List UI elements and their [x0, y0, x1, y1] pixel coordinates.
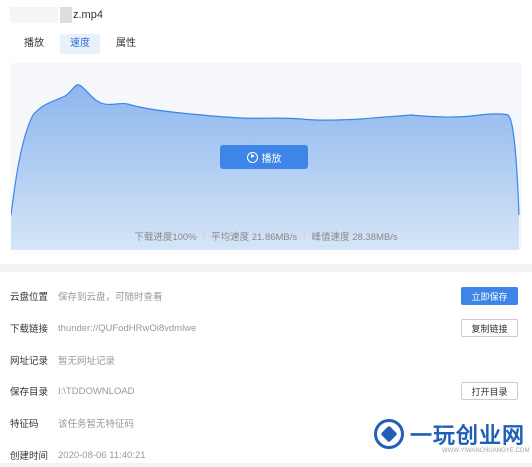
site-watermark: 一玩创业网 WWW.YIWANCHUANGYE.COM: [374, 418, 529, 454]
redacted-filename: [10, 7, 58, 23]
play-button-label: 播放: [261, 153, 282, 165]
hash-value: 该任务暂无特征码: [58, 419, 135, 430]
row-cloud-location: 云盘位置 保存到云盘，可随时查看 立即保存: [0, 284, 532, 308]
row-download-link: 下载链接 thunder://QUFodHRwOi8vdmlwe 复制链接: [0, 316, 532, 340]
tab-play[interactable]: 播放: [14, 34, 54, 54]
watermark-text: 一玩创业网: [410, 423, 526, 449]
file-name: z.mp4: [73, 9, 103, 21]
redacted-filename-part: [60, 7, 72, 23]
tab-bar: 播放 速度 属性: [14, 34, 146, 54]
peak-speed: 峰值速度 28.38MB/s: [311, 232, 398, 243]
average-speed: 平均速度 21.86MB/s: [211, 232, 298, 243]
save-directory-value: I:\TDDOWNLOAD: [58, 385, 135, 397]
download-progress: 下载进度100%: [134, 232, 197, 243]
play-circle-icon: [246, 151, 258, 163]
watermark-logo-icon: [374, 419, 404, 449]
download-detail-panel: z.mp4 播放 速度 属性 播放 下载进度100% | 平均速度 21.86M…: [0, 0, 532, 264]
web-record-label: 网址记录: [10, 356, 49, 367]
cloud-location-label: 云盘位置: [10, 292, 49, 303]
save-directory-label: 保存目录: [10, 387, 49, 398]
stats-divider: |: [303, 229, 306, 240]
tab-properties[interactable]: 属性: [106, 34, 146, 54]
watermark-subtext: WWW.YIWANCHUANGYE.COM: [442, 448, 530, 454]
file-title: z.mp4: [10, 6, 103, 24]
play-button[interactable]: 播放: [220, 145, 308, 169]
row-web-record: 网址记录 暂无网址记录: [0, 348, 532, 372]
cloud-location-value: 保存到云盘，可随时查看: [58, 292, 163, 303]
copy-link-button[interactable]: 复制链接: [461, 319, 518, 337]
row-save-directory: 保存目录 I:\TDDOWNLOAD 打开目录: [0, 379, 532, 403]
web-record-value: 暂无网址记录: [58, 356, 116, 367]
created-time-value: 2020-08-06 11:40:21: [58, 449, 146, 461]
stats-divider: |: [202, 229, 206, 240]
save-now-button[interactable]: 立即保存: [461, 287, 518, 305]
open-directory-button[interactable]: 打开目录: [461, 382, 518, 400]
download-link-label: 下载链接: [10, 324, 49, 335]
created-time-label: 创建时间: [10, 451, 49, 462]
hash-label: 特征码: [10, 419, 39, 430]
tab-speed[interactable]: 速度: [60, 34, 100, 54]
download-link-value[interactable]: thunder://QUFodHRwOi8vdmlwe: [58, 323, 196, 334]
download-stats: 下载进度100% | 平均速度 21.86MB/s | 峰值速度 28.38MB…: [0, 229, 532, 243]
